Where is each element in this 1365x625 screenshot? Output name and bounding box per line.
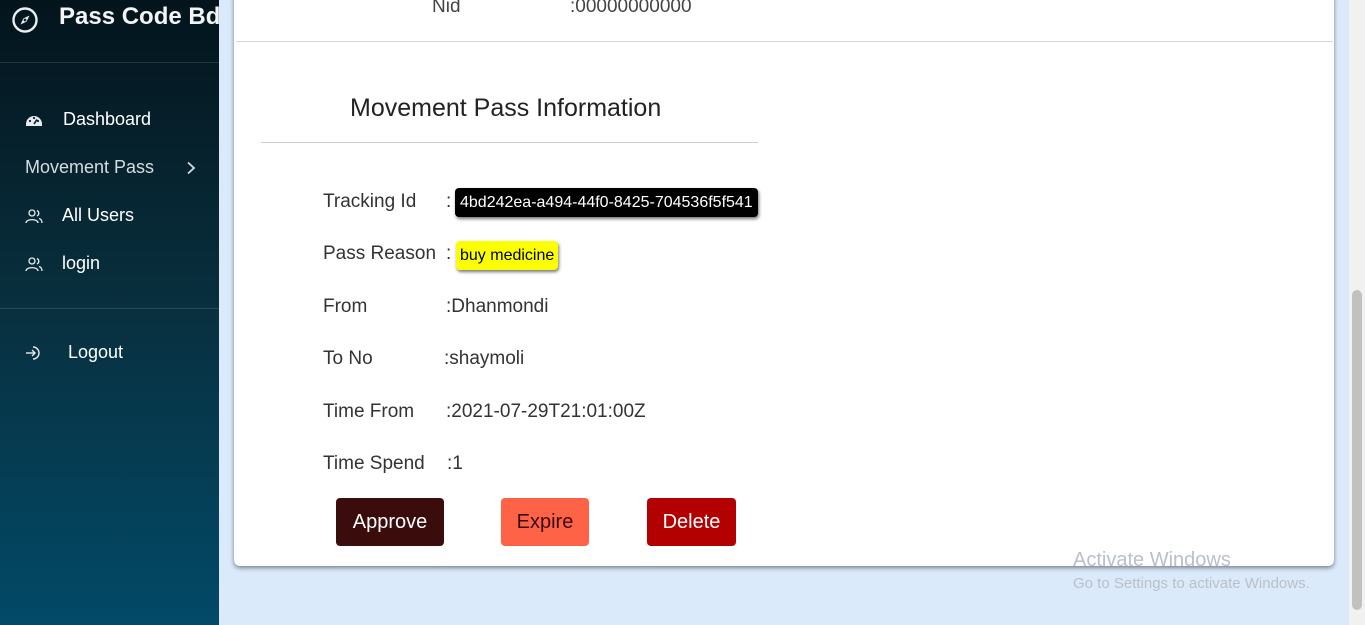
to-value: :shaymoli (444, 348, 525, 369)
page-scrollbar[interactable] (1349, 0, 1365, 625)
sidebar-item-label: Logout (68, 342, 124, 362)
brand[interactable]: Pass Code Bd (0, 0, 221, 63)
approve-button[interactable]: Approve (336, 498, 444, 546)
time-from-label: Time From (323, 401, 415, 422)
sidebar-item-label: All Users (62, 205, 135, 225)
time-from-value: :2021-07-29T21:01:00Z (446, 401, 646, 422)
chevron-right-icon (187, 161, 196, 175)
dashboard-icon (26, 116, 42, 126)
sidebar-item-label: login (62, 253, 101, 273)
users-icon (25, 209, 43, 224)
nid-value: :00000000000 (570, 0, 692, 17)
users-icon (25, 257, 43, 272)
colon: : (446, 191, 452, 212)
logout-icon (26, 346, 40, 360)
sidebar-item-label: Movement Pass (25, 157, 155, 177)
divider (236, 41, 1333, 42)
nid-label: Nid (432, 0, 461, 17)
time-spend-value: :1 (447, 453, 463, 474)
activate-windows-title: Activate Windows (1073, 549, 1231, 571)
tracking-id-badge: 4bd242ea-a494-44f0-8425-704536f5f541 (455, 188, 758, 217)
tracking-id-label: Tracking Id (323, 191, 417, 212)
movement-pass-card (234, 0, 1334, 566)
sidebar-item-label: Dashboard (63, 109, 152, 129)
pass-reason-badge: buy medicine (456, 241, 559, 270)
scrollbar-thumb[interactable] (1352, 290, 1362, 610)
activate-windows-subtitle: Go to Settings to activate Windows. (1073, 575, 1310, 592)
sidebar: Pass Code Bd Dashboard Movement Pass All… (0, 0, 221, 625)
sidebar-item-logout[interactable]: Logout (0, 333, 219, 373)
from-value: :Dhanmondi (446, 296, 549, 317)
colon: : (446, 243, 452, 264)
compass-icon (12, 7, 38, 33)
brand-title: Pass Code Bd (59, 3, 221, 30)
pass-reason-label: Pass Reason (323, 243, 437, 264)
delete-button[interactable]: Delete (647, 498, 736, 546)
sidebar-item-login[interactable]: login (0, 244, 219, 284)
section-title: Movement Pass Information (350, 94, 662, 122)
time-spend-label: Time Spend (323, 453, 425, 474)
sidebar-divider (0, 308, 219, 309)
sidebar-item-dashboard[interactable]: Dashboard (0, 100, 219, 140)
section-divider (261, 142, 758, 143)
from-label: From (323, 296, 368, 317)
sidebar-item-all-users[interactable]: All Users (0, 196, 219, 236)
sidebar-item-movement-pass[interactable]: Movement Pass (0, 148, 219, 188)
to-label: To No (323, 348, 373, 369)
expire-button[interactable]: Expire (501, 498, 589, 546)
